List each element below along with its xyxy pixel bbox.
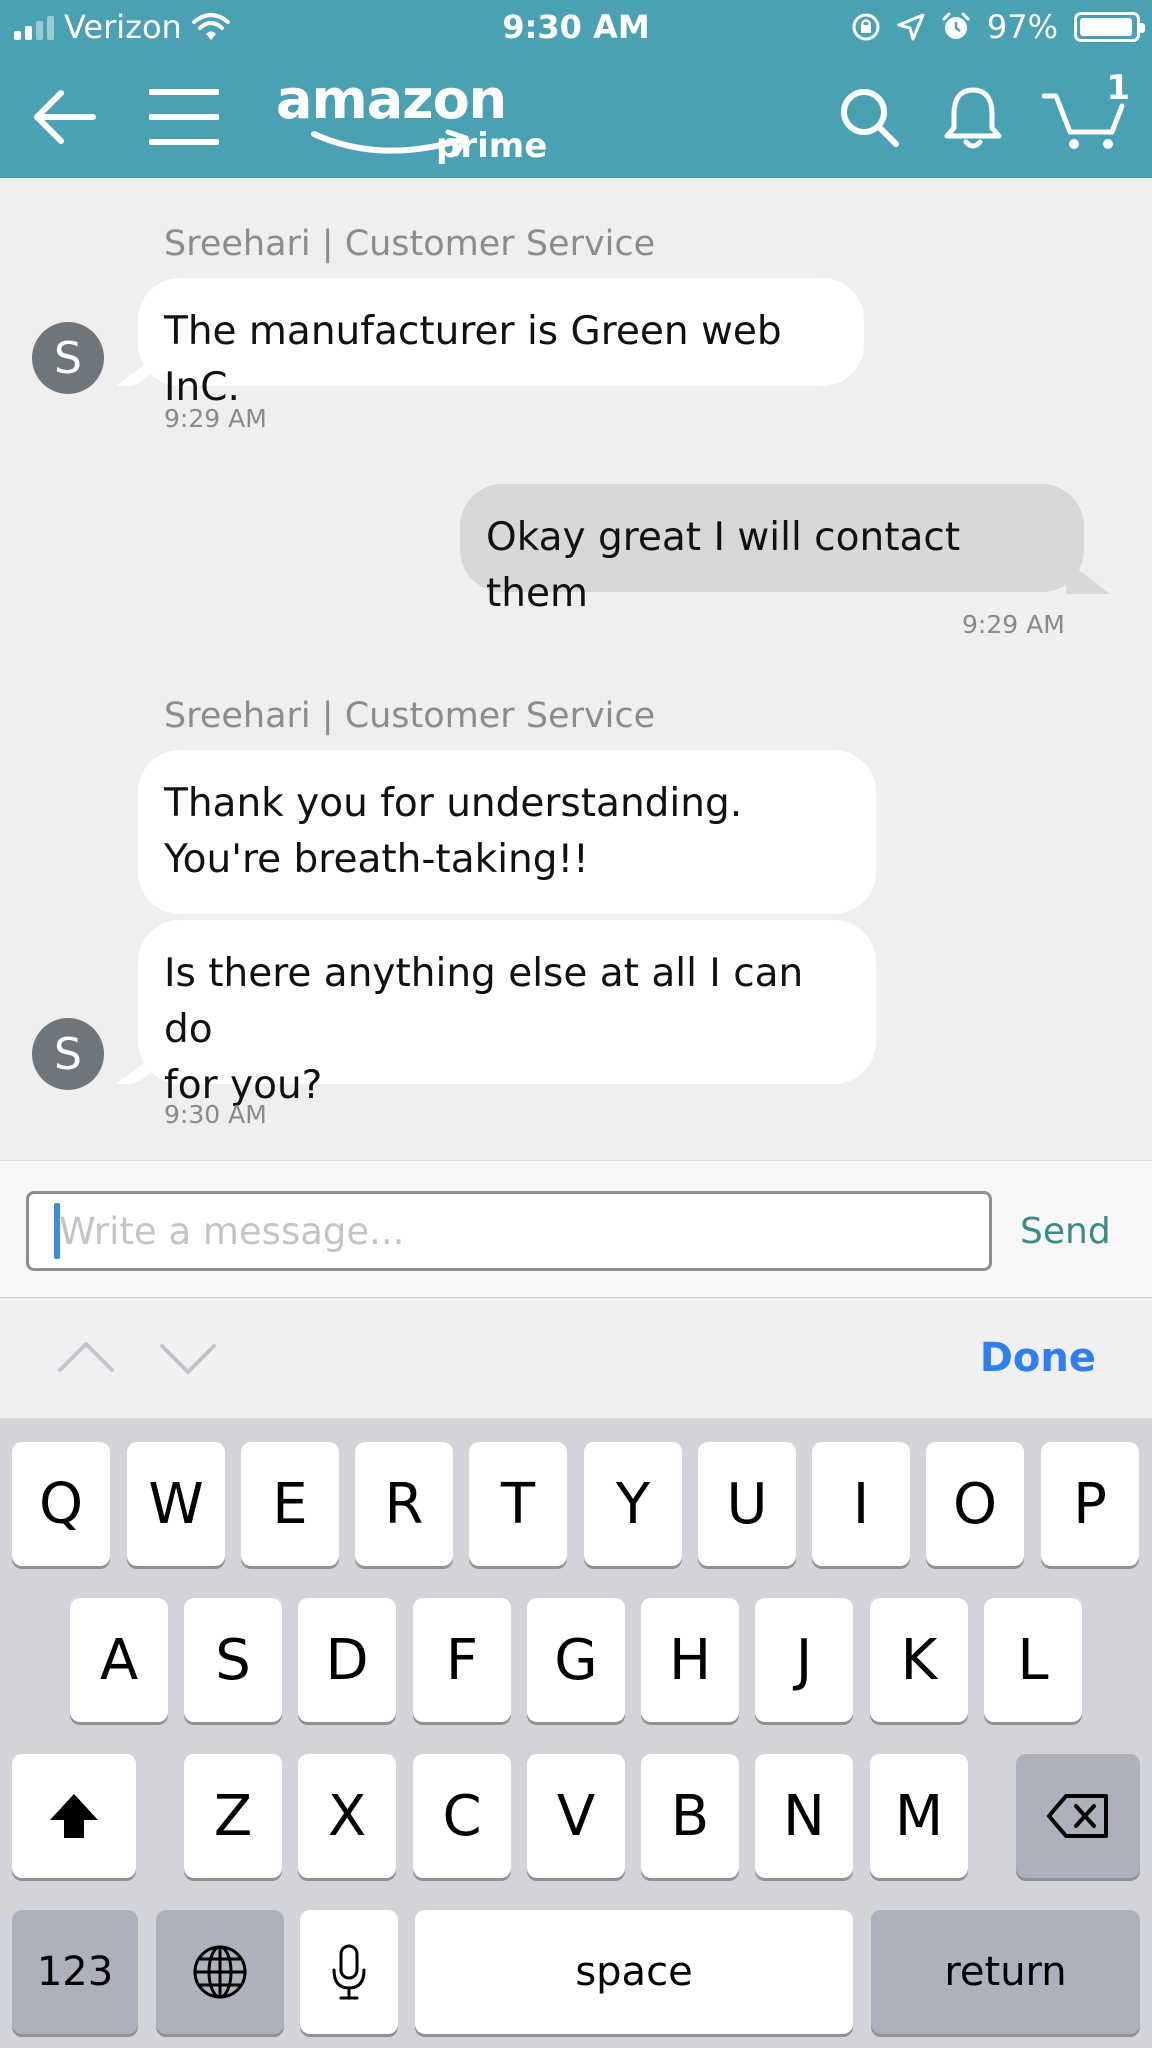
- space-key[interactable]: space: [415, 1910, 853, 2034]
- shift-icon: [50, 1794, 98, 1838]
- message-text-line: for you?: [164, 1063, 323, 1108]
- key-f[interactable]: F: [413, 1598, 511, 1722]
- key-n[interactable]: N: [755, 1754, 853, 1878]
- alarm-icon: [942, 12, 970, 39]
- done-button[interactable]: Done: [980, 1298, 1096, 1418]
- key-h[interactable]: H: [641, 1598, 739, 1722]
- dictation-key[interactable]: [300, 1910, 398, 2034]
- message-bubble-in: Is there anything else at all I can do f…: [138, 920, 876, 1108]
- key-s[interactable]: S: [184, 1598, 282, 1722]
- chat-thread: Sreehari | Customer Service The manufact…: [0, 178, 1152, 1160]
- message-text-line: Is there anything else at all I can do: [164, 951, 804, 1052]
- amazon-prime-logo[interactable]: amazon prime: [276, 68, 576, 168]
- key-y[interactable]: Y: [584, 1442, 682, 1566]
- next-field-icon[interactable]: [158, 1328, 218, 1388]
- message-timestamp: 9:29 AM: [164, 404, 267, 433]
- search-icon: [841, 89, 899, 147]
- globe-key[interactable]: [156, 1910, 284, 2034]
- search-button[interactable]: [834, 74, 904, 160]
- battery-icon: [1074, 12, 1145, 42]
- backspace-icon: [1047, 1794, 1108, 1838]
- key-b[interactable]: B: [641, 1754, 739, 1878]
- menu-icon: [149, 89, 219, 145]
- key-g[interactable]: G: [527, 1598, 625, 1722]
- message-text-line: You're breath-taking!!: [164, 837, 589, 882]
- keyboard: Q W E R T Y U I O P A S D F G H J K L Z …: [0, 1418, 1152, 2048]
- numbers-key[interactable]: 123: [12, 1910, 138, 2034]
- key-l[interactable]: L: [984, 1598, 1082, 1722]
- key-j[interactable]: J: [755, 1598, 853, 1722]
- agent-avatar: S: [32, 1018, 104, 1090]
- message-text: Okay great I will contact them: [486, 515, 961, 616]
- cart-count-badge: 1: [1106, 68, 1130, 108]
- key-z[interactable]: Z: [184, 1754, 282, 1878]
- sender-label: Sreehari | Customer Service: [164, 224, 656, 264]
- key-k[interactable]: K: [870, 1598, 968, 1722]
- message-timestamp: 9:30 AM: [164, 1100, 267, 1129]
- delete-key[interactable]: [1016, 1754, 1140, 1878]
- battery-percent: 97%: [986, 8, 1058, 46]
- rotation-lock-icon: [852, 13, 880, 41]
- status-right: 97%: [851, 8, 1145, 46]
- key-i[interactable]: I: [812, 1442, 910, 1566]
- key-v[interactable]: V: [527, 1754, 625, 1878]
- message-timestamp: 9:29 AM: [962, 610, 1065, 639]
- keyboard-accessory-bar: Done: [0, 1298, 1152, 1418]
- send-button[interactable]: Send: [1020, 1191, 1111, 1271]
- key-a[interactable]: A: [70, 1598, 168, 1722]
- key-w[interactable]: W: [127, 1442, 225, 1566]
- menu-button[interactable]: [148, 74, 220, 160]
- logo-word: amazon: [276, 68, 507, 131]
- key-c[interactable]: C: [413, 1754, 511, 1878]
- nav-bar: amazon prime 1: [0, 58, 1152, 178]
- key-r[interactable]: R: [355, 1442, 453, 1566]
- key-e[interactable]: E: [241, 1442, 339, 1566]
- shift-key[interactable]: [12, 1754, 136, 1878]
- back-button[interactable]: [24, 74, 104, 160]
- key-x[interactable]: X: [298, 1754, 396, 1878]
- message-text: The manufacturer is Green web InC.: [164, 309, 782, 410]
- key-p[interactable]: P: [1041, 1442, 1139, 1566]
- message-bubble-out: Okay great I will contact them: [460, 484, 1084, 616]
- agent-avatar: S: [32, 322, 104, 394]
- message-bubble-in: Thank you for understanding. You're brea…: [138, 750, 876, 914]
- key-t[interactable]: T: [469, 1442, 567, 1566]
- key-u[interactable]: U: [698, 1442, 796, 1566]
- return-key[interactable]: return: [871, 1910, 1140, 2034]
- text-caret: [54, 1203, 60, 1259]
- status-bar: Verizon 9:30 AM 97%: [0, 0, 1152, 58]
- key-q[interactable]: Q: [12, 1442, 110, 1566]
- message-composer: Send: [0, 1160, 1152, 1298]
- logo-sub: prime: [436, 126, 548, 166]
- key-o[interactable]: O: [926, 1442, 1024, 1566]
- message-input[interactable]: [26, 1191, 992, 1271]
- message-text-line: Thank you for understanding.: [164, 781, 743, 826]
- bell-icon: [944, 87, 1002, 149]
- key-d[interactable]: D: [298, 1598, 396, 1722]
- notifications-button[interactable]: [938, 74, 1008, 160]
- sender-label: Sreehari | Customer Service: [164, 696, 656, 736]
- location-icon: [897, 13, 925, 41]
- back-arrow-icon: [34, 90, 96, 144]
- previous-field-icon[interactable]: [56, 1328, 116, 1388]
- globe-icon: [193, 1945, 247, 1999]
- message-bubble-in: The manufacturer is Green web InC.: [138, 278, 864, 410]
- key-m[interactable]: M: [870, 1754, 968, 1878]
- microphone-icon: [332, 1944, 366, 2000]
